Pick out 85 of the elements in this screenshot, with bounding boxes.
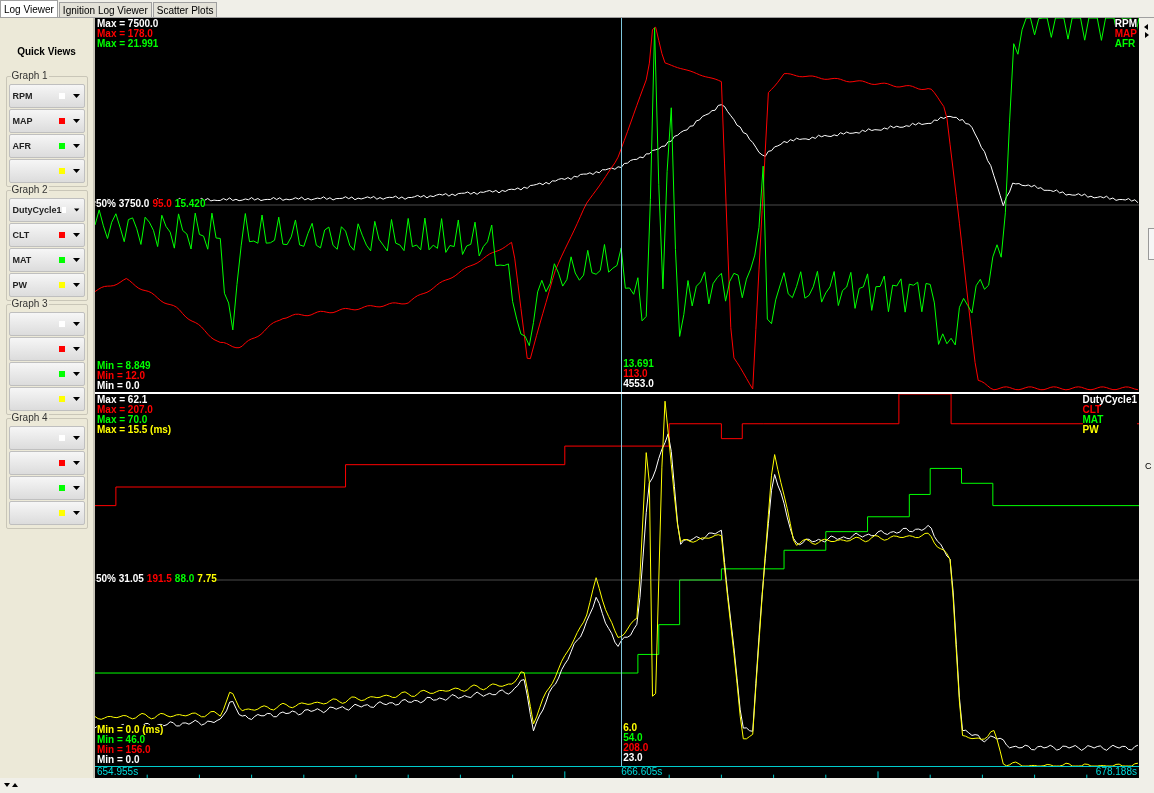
midline-value: 88.0 xyxy=(174,574,195,585)
cursor-value: 54.0 xyxy=(623,733,643,744)
channel-dropdown[interactable]: MAP xyxy=(8,109,85,133)
legend-label: RPM xyxy=(1114,19,1137,29)
midline-value: 7.75 xyxy=(197,574,217,585)
caret-icon xyxy=(72,436,80,440)
channel-dropdown[interactable]: MAT xyxy=(8,248,85,272)
max-label: Max = 7500.0 xyxy=(97,19,159,29)
legend-label: MAT xyxy=(1082,415,1104,426)
collapse-arrows-icon[interactable] xyxy=(4,783,18,788)
cursor-line[interactable] xyxy=(621,18,623,393)
sidebar-title: Quick Views xyxy=(17,46,76,57)
caret-icon xyxy=(72,486,80,490)
caret-icon xyxy=(72,233,80,237)
tab[interactable]: Scatter Plots xyxy=(152,2,218,17)
side-label: C xyxy=(1145,461,1152,471)
timeline-bar[interactable]: 654.955s 666.605s 678.188s xyxy=(95,766,1139,778)
legend-label: MAP xyxy=(1114,29,1137,39)
time-label: 666.605s xyxy=(621,767,663,778)
scroll-arrows-icon[interactable] xyxy=(1144,24,1149,38)
min-label: Min = 0.0 xyxy=(97,381,141,392)
tab[interactable]: Log Viewer xyxy=(0,0,58,17)
caret-icon xyxy=(72,347,80,351)
max-label: Max = 70.0 xyxy=(97,415,149,426)
channel-dropdown[interactable] xyxy=(8,362,85,386)
min-label: Min = 12.0 xyxy=(97,371,147,382)
channel-dropdown[interactable]: AFR xyxy=(8,134,85,158)
midline-value: 15.420 xyxy=(174,199,206,209)
group-title: Graph 3 xyxy=(10,298,49,309)
caret-icon xyxy=(72,511,80,515)
caret-icon xyxy=(74,208,80,212)
midline-value: 50% 31.05 xyxy=(96,574,144,585)
channel-dropdown[interactable]: CLT xyxy=(8,223,85,247)
channel-dropdown[interactable]: PW xyxy=(8,273,85,297)
max-label: Max = 62.1 xyxy=(97,395,148,406)
max-label: Max = 21.991 xyxy=(97,39,159,49)
side-handle[interactable] xyxy=(1148,228,1154,260)
channel-dropdown[interactable] xyxy=(8,501,85,525)
channel-dropdown[interactable] xyxy=(8,387,85,411)
channel-dropdown[interactable] xyxy=(8,159,85,183)
channel-dropdown[interactable]: RPM xyxy=(8,84,85,108)
min-label: Min = 0.0 xyxy=(97,755,141,766)
time-label: 654.955s xyxy=(97,767,139,778)
channel-dropdown[interactable] xyxy=(8,476,85,500)
cursor-value: 13.691 xyxy=(623,359,654,370)
cursor-value: 6.0 xyxy=(623,723,638,734)
legend-label: CLT xyxy=(1082,405,1102,416)
midline-value: 50% 3750.0 xyxy=(96,199,150,209)
min-label: Min = 46.0 xyxy=(97,735,146,746)
cursor-value: 23.0 xyxy=(623,753,644,764)
min-label: Min = 8.849 xyxy=(97,361,151,372)
legend-label: DutyCycle1 xyxy=(1082,395,1137,406)
caret-icon xyxy=(72,461,80,465)
caret-icon xyxy=(72,144,80,148)
channel-dropdown[interactable] xyxy=(8,312,85,336)
max-label: Max = 15.5 (ms) xyxy=(97,425,172,436)
channel-dropdown[interactable] xyxy=(8,451,85,475)
time-label: 678.188s xyxy=(1095,767,1137,778)
caret-icon xyxy=(72,169,80,173)
caret-icon xyxy=(72,258,80,262)
group-title: Graph 2 xyxy=(10,184,49,195)
caret-icon xyxy=(72,283,80,287)
caret-icon xyxy=(72,94,80,98)
midline-value: 95.0 xyxy=(152,199,172,209)
cursor-value: 208.0 xyxy=(623,743,649,754)
caret-icon xyxy=(72,372,80,376)
group-title: Graph 4 xyxy=(10,412,49,423)
channel-dropdown[interactable]: DutyCycle1 xyxy=(8,198,85,222)
channel-dropdown[interactable] xyxy=(8,337,85,361)
channel-dropdown[interactable] xyxy=(8,426,85,450)
legend-label: PW xyxy=(1082,425,1099,436)
caret-icon xyxy=(72,397,80,401)
cursor-value: 4553.0 xyxy=(623,379,654,390)
caret-icon xyxy=(72,119,80,123)
group-title: Graph 1 xyxy=(10,70,49,81)
cursor-line[interactable] xyxy=(621,394,623,767)
tab[interactable]: Ignition Log Viewer xyxy=(58,2,152,17)
legend-label: AFR xyxy=(1114,39,1136,49)
midline-value: 191.5 xyxy=(146,574,172,585)
min-label: Min = 0.0 (ms) xyxy=(97,725,164,736)
max-label: Max = 207.0 xyxy=(97,405,154,416)
min-label: Min = 156.0 xyxy=(97,745,152,756)
max-label: Max = 178.0 xyxy=(97,29,154,39)
cursor-value: 113.0 xyxy=(623,369,648,380)
caret-icon xyxy=(72,322,80,326)
